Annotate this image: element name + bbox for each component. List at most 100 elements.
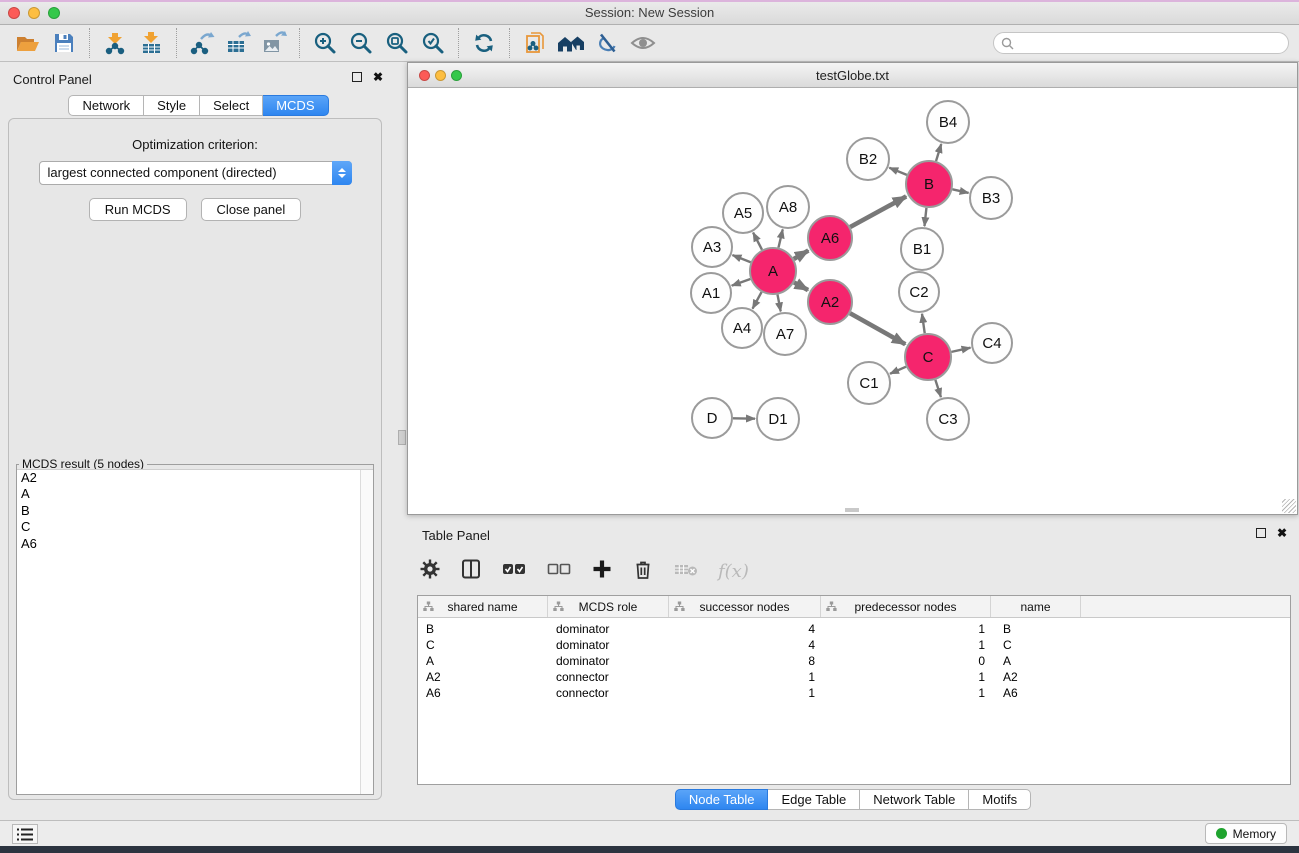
graph-node-b4[interactable]: B4 [927, 101, 969, 143]
graph-node-b[interactable]: B [906, 161, 952, 207]
graph-node-a1[interactable]: A1 [691, 273, 731, 313]
graph-node-d[interactable]: D [692, 398, 732, 438]
network-close-button[interactable] [419, 70, 430, 81]
hide-annotations-icon[interactable] [589, 27, 625, 59]
criterion-dropdown[interactable]: largest connected component (directed) [39, 161, 352, 185]
graph-node-c3[interactable]: C3 [927, 398, 969, 440]
show-hide-eye-icon[interactable] [625, 27, 661, 59]
table-cell[interactable]: A6 [418, 685, 548, 701]
graph-node-a5[interactable]: A5 [723, 193, 763, 233]
table-cell[interactable]: connector [548, 669, 669, 685]
tab-motifs[interactable]: Motifs [969, 789, 1031, 810]
graph-node-c[interactable]: C [905, 334, 951, 380]
minimize-window-button[interactable] [28, 7, 40, 19]
float-panel-icon[interactable] [352, 72, 362, 82]
maximize-window-button[interactable] [48, 7, 60, 19]
search-input[interactable] [993, 32, 1289, 54]
table-cell[interactable]: 1 [821, 637, 991, 653]
import-table-icon[interactable] [133, 27, 169, 59]
close-window-button[interactable] [8, 7, 20, 19]
table-cell[interactable]: 8 [669, 653, 821, 669]
table-cell[interactable]: dominator [548, 637, 669, 653]
column-header-successor-nodes[interactable]: successor nodes [669, 596, 821, 617]
result-item[interactable]: A2 [17, 470, 373, 486]
table-row[interactable]: Cdominator41C [418, 637, 1290, 653]
table-cell[interactable]: connector [548, 685, 669, 701]
tab-edge-table[interactable]: Edge Table [768, 789, 860, 810]
result-item[interactable]: B [17, 503, 373, 519]
graph-edge-c-c4[interactable] [951, 348, 970, 352]
close-panel-icon[interactable]: ✖ [373, 71, 383, 83]
zoom-out-icon[interactable] [343, 27, 379, 59]
export-image-icon[interactable] [256, 27, 292, 59]
graph-edge-a-a5[interactable] [753, 233, 762, 250]
graph-edge-b-b4[interactable] [936, 144, 941, 161]
zoom-selected-icon[interactable] [415, 27, 451, 59]
run-mcds-button[interactable]: Run MCDS [89, 198, 187, 221]
graph-edge-a-a6[interactable] [794, 251, 809, 259]
graph-edge-a2-c[interactable] [850, 313, 905, 344]
tab-node-table[interactable]: Node Table [675, 789, 769, 810]
graph-node-b1[interactable]: B1 [901, 228, 943, 270]
graph-node-b2[interactable]: B2 [847, 138, 889, 180]
result-item[interactable]: A6 [17, 536, 373, 552]
table-cell[interactable]: 1 [821, 621, 991, 637]
select-all-icon[interactable] [501, 558, 527, 585]
column-header-shared-name[interactable]: shared name [418, 596, 548, 617]
graph-node-a3[interactable]: A3 [692, 227, 732, 267]
network-minimize-button[interactable] [435, 70, 446, 81]
resize-grip-icon[interactable] [1282, 499, 1296, 513]
graph-node-a2[interactable]: A2 [808, 280, 852, 324]
export-table-icon[interactable] [220, 27, 256, 59]
table-row[interactable]: A6connector11A6 [418, 685, 1290, 701]
table-row[interactable]: Adominator80A [418, 653, 1290, 669]
split-view-icon[interactable] [460, 558, 482, 585]
table-cell[interactable]: A [991, 653, 1081, 669]
tab-style[interactable]: Style [144, 95, 200, 116]
table-cell[interactable]: 1 [821, 669, 991, 685]
network-maximize-button[interactable] [451, 70, 462, 81]
column-header-predecessor-nodes[interactable]: predecessor nodes [821, 596, 991, 617]
graph-edge-a-a7[interactable] [777, 295, 780, 312]
result-item[interactable]: A [17, 486, 373, 502]
graph-node-a4[interactable]: A4 [722, 308, 762, 348]
graph-node-a6[interactable]: A6 [808, 216, 852, 260]
graph-edge-c-c3[interactable] [935, 380, 941, 397]
table-cell[interactable]: 0 [821, 653, 991, 669]
graph-node-a8[interactable]: A8 [767, 186, 809, 228]
tab-network-table[interactable]: Network Table [860, 789, 969, 810]
table-settings-icon[interactable] [419, 558, 441, 585]
table-cell[interactable]: A2 [991, 669, 1081, 685]
network-canvas[interactable]: B4B2BB3A5A8A6A3B1AA1C2A2A4A7C4CC1C3DD1 [408, 88, 1297, 514]
graph-node-c2[interactable]: C2 [899, 272, 939, 312]
close-table-panel-icon[interactable]: ✖ [1277, 527, 1287, 539]
function-builder-icon[interactable]: f(x) [718, 561, 749, 582]
result-item[interactable]: C [17, 519, 373, 535]
table-cell[interactable]: C [418, 637, 548, 653]
tab-select[interactable]: Select [200, 95, 263, 116]
tab-network[interactable]: Network [68, 95, 144, 116]
table-row[interactable]: A2connector11A2 [418, 669, 1290, 685]
table-cell[interactable]: dominator [548, 653, 669, 669]
graph-edge-b-b3[interactable] [952, 189, 968, 193]
splitter-handle[interactable] [398, 430, 406, 445]
result-scrollbar[interactable] [360, 470, 373, 794]
graph-edge-c-c1[interactable] [890, 367, 906, 374]
table-cell[interactable]: dominator [548, 621, 669, 637]
graph-node-c1[interactable]: C1 [848, 362, 890, 404]
graph-edge-a6-b[interactable] [850, 196, 906, 227]
graph-node-c4[interactable]: C4 [972, 323, 1012, 363]
show-all-networks-icon[interactable] [553, 27, 589, 59]
table-cell[interactable]: A6 [991, 685, 1081, 701]
table-cell[interactable]: A2 [418, 669, 548, 685]
refresh-view-icon[interactable] [466, 27, 502, 59]
graph-node-a7[interactable]: A7 [764, 313, 806, 355]
network-window-titlebar[interactable]: testGlobe.txt [408, 63, 1297, 88]
table-cell[interactable]: 1 [669, 669, 821, 685]
graph-edge-a-a4[interactable] [753, 292, 762, 309]
table-cell[interactable]: B [991, 621, 1081, 637]
export-network-icon[interactable] [184, 27, 220, 59]
open-session-icon[interactable] [10, 27, 46, 59]
column-header-mcds-role[interactable]: MCDS role [548, 596, 669, 617]
add-column-icon[interactable] [591, 558, 613, 585]
